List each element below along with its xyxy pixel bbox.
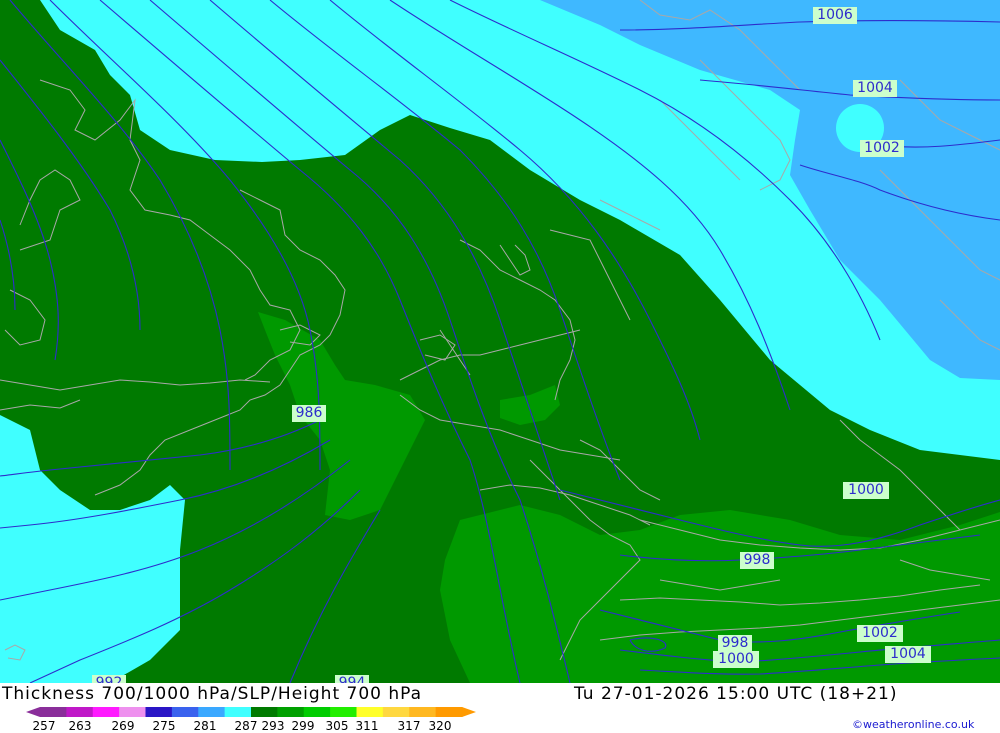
- scale-swatch: [251, 707, 278, 717]
- scale-swatch: [435, 707, 463, 717]
- scale-swatch: [92, 707, 120, 717]
- scale-tick-label: 311: [355, 719, 379, 733]
- scale-tick-label: 257: [32, 719, 56, 733]
- credit: ©weatheronline.co.uk: [852, 718, 975, 731]
- isobar-label-1000-east: 1000: [843, 482, 889, 499]
- scale-tick-label: 269: [111, 719, 135, 733]
- valid-time: Tu 27-01-2026 15:00 UTC (18+21): [574, 684, 898, 704]
- scale-swatch: [66, 707, 94, 717]
- scale-swatch: [277, 707, 305, 717]
- map-title: Thickness 700/1000 hPa/SLP/Height 700 hP…: [2, 684, 423, 704]
- scale-tick-label: 287: [234, 719, 258, 733]
- scale-swatch: [171, 707, 199, 717]
- isobar-label-1004-south: 1004: [885, 646, 931, 663]
- scale-tick-label: 317: [397, 719, 421, 733]
- scale-tick-label: 263: [68, 719, 92, 733]
- isobar-label-1000-south: 1000: [713, 651, 759, 668]
- scale-tick-label: 293: [261, 719, 285, 733]
- isobar-label-1006-top: 1006: [813, 7, 857, 24]
- isobar-label-998-b: 998: [718, 635, 752, 652]
- scale-swatch: [224, 707, 252, 717]
- isobar-label-986: 986: [292, 405, 326, 422]
- color-scale-ticks: 257 263 269 275 281 287 293 299 305 311 317 320: [0, 719, 520, 733]
- scale-tick-label: 320: [428, 719, 452, 733]
- scale-swatch: [330, 707, 357, 717]
- scale-tick-label: 281: [193, 719, 217, 733]
- isobar-label-994-bottom: 994: [335, 675, 369, 683]
- color-scale: [26, 707, 476, 717]
- scale-swatch: [198, 707, 226, 717]
- scale-swatch: [145, 707, 173, 717]
- scale-arrow-right: [462, 707, 476, 717]
- isobar-label-998-a: 998: [740, 552, 774, 569]
- scale-swatch: [303, 707, 331, 717]
- scale-tick-label: 299: [291, 719, 315, 733]
- scale-tick-label: 305: [325, 719, 349, 733]
- scale-tick-label: 275: [152, 719, 176, 733]
- scale-arrow-left: [26, 707, 40, 717]
- scale-swatch: [119, 707, 146, 717]
- isobar-label-1004-top: 1004: [853, 80, 897, 97]
- scale-swatch: [409, 707, 437, 717]
- weather-map: [0, 0, 1000, 683]
- scale-swatch: [356, 707, 384, 717]
- isobar-label-1002-top: 1002: [860, 140, 904, 157]
- scale-swatch: [382, 707, 410, 717]
- isobar-label-992-bottom: 992: [92, 675, 126, 683]
- isobar-label-1002-south: 1002: [857, 625, 903, 642]
- scale-swatch: [40, 707, 67, 717]
